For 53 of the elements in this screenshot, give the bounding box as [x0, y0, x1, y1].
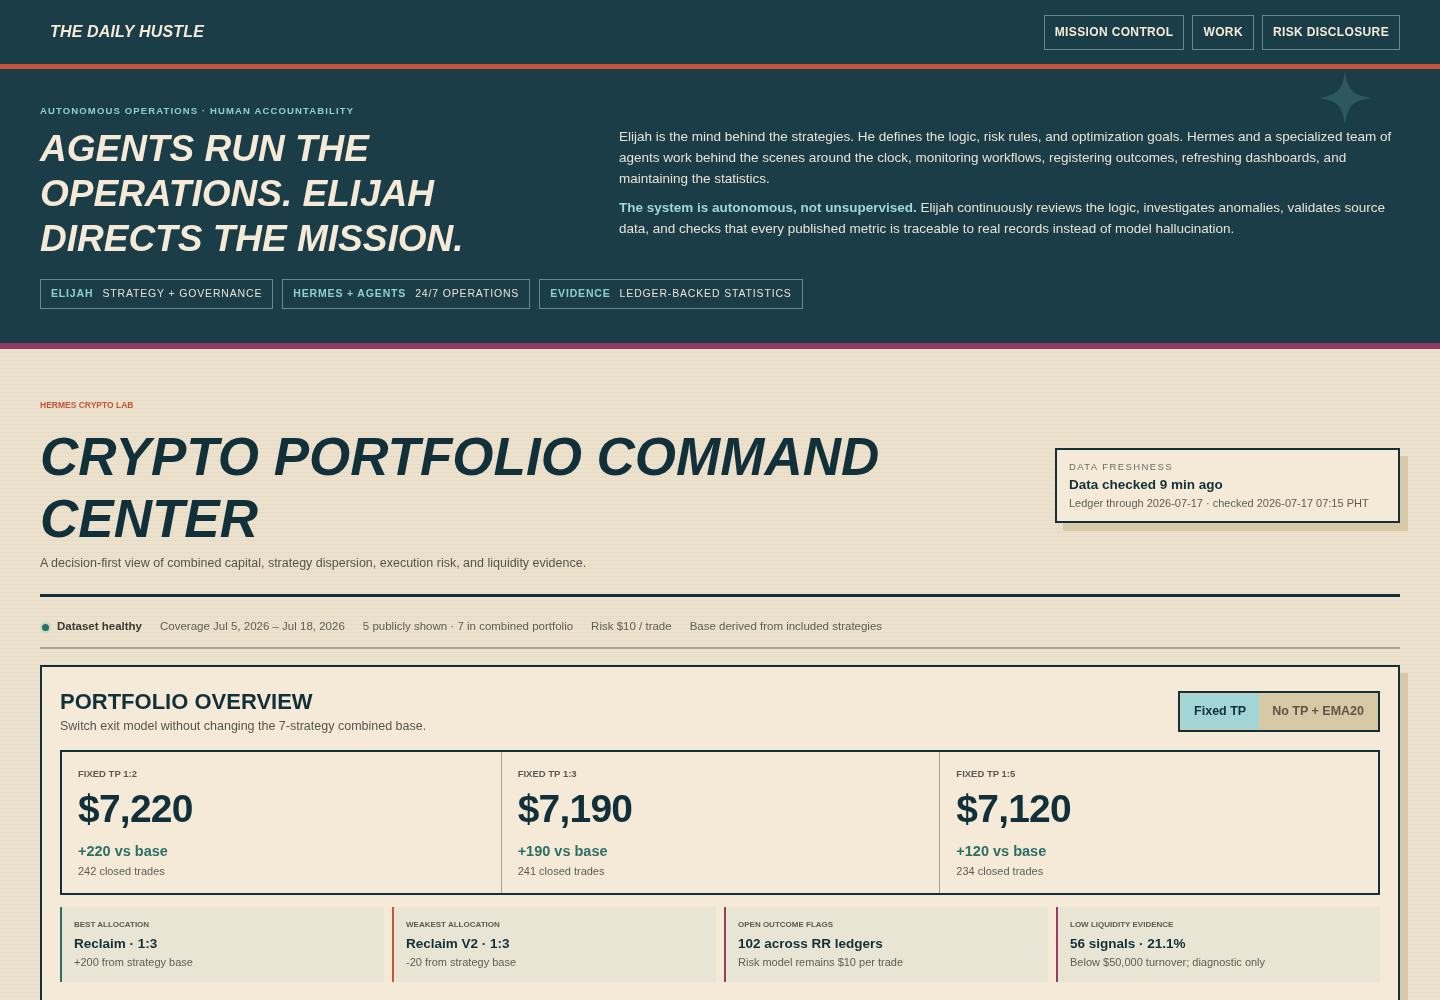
metric-trades: 242 closed trades [78, 864, 166, 879]
tag-label: HERMES + AGENTS [293, 286, 407, 302]
status-text: Coverage Jul 5, 2026 – Jul 18, 2026 [160, 619, 345, 635]
tag-value: STRATEGY + GOVERNANCE [102, 286, 263, 302]
metric-label: FIXED TP 1:5 [956, 767, 1017, 781]
tag-value: LEDGER-BACKED STATISTICS [619, 286, 792, 302]
metric-value: $7,120 [956, 787, 1072, 831]
tag-label: ELIJAH [51, 286, 94, 302]
metric-label: FIXED TP 1:3 [517, 767, 578, 781]
metric-delta: +190 vs base [517, 842, 609, 861]
nav-link[interactable]: RISK DISCLOSURE [1261, 14, 1400, 50]
metric-value: $7,220 [78, 787, 194, 831]
flag-label: BEST ALLOCATION [74, 919, 151, 931]
section-subtitle: Switch exit model without changing the 7-strategy combined base. [60, 718, 427, 735]
flag-value: Reclaim V2 · 1:3 [406, 935, 511, 953]
flag-label: WEAKEST ALLOCATION [406, 919, 501, 931]
metric-delta: +220 vs base [78, 842, 169, 861]
metric-trades: 241 closed trades [517, 864, 606, 879]
hero-paragraph: Elijah is the mind behind the strategies. He defines the logic, risk rules, and optimization goals. Hermes and a specialized team of agents work behind the scenes around the clock, monitoring workflows, registering outcomes, refreshing dashboards, and maintaining the statistics. [619, 128, 1393, 188]
hero-paragraph: The system is autonomous, not unsupervised. Elijah continuously reviews the logic, investigates anomalies, validates source data, and checks that every published metric is traceable to real records instead of model hallucination. [619, 199, 1387, 238]
metric-value: $7,190 [517, 787, 634, 831]
status-text: Dataset healthy [57, 619, 142, 635]
metric-delta: +120 vs base [956, 842, 1048, 861]
sparkle-icon [1318, 71, 1372, 125]
section-title: PORTFOLIO OVERVIEW [60, 688, 314, 716]
flag-detail: Risk model remains $10 per trade [738, 955, 904, 970]
hero-eyebrow: AUTONOMOUS OPERATIONS · HUMAN ACCOUNTABILITY [40, 105, 356, 117]
flag-label: OPEN OUTCOME FLAGS [738, 919, 835, 931]
freshness-label: DATA FRESHNESS [1069, 461, 1175, 473]
flag-detail: +200 from strategy base [74, 955, 193, 970]
flag-detail: Below $50,000 turnover; diagnostic only [1070, 955, 1266, 970]
site-logo[interactable]: THE DAILY HUSTLE [50, 20, 204, 44]
flag-label: LOW LIQUIDITY EVIDENCE [1070, 919, 1175, 931]
freshness-headline: Data checked 9 min ago [1069, 476, 1224, 494]
flag-detail: -20 from strategy base [406, 955, 517, 970]
nav-link[interactable]: MISSION CONTROL [1043, 14, 1185, 50]
flag-value: 102 across RR ledgers [738, 935, 884, 953]
flag-value: Reclaim · 1:3 [74, 935, 159, 953]
metric-trades: 234 closed trades [956, 864, 1045, 879]
page-subtitle: A decision-first view of combined capital, strategy dispersion, execution risk, and liquidity evidence. [40, 555, 588, 572]
flag-value: 56 signals · 21.1% [1070, 935, 1187, 953]
nav-link[interactable]: WORK [1192, 14, 1254, 50]
page-title: CRYPTO PORTFOLIO COMMAND CENTER [40, 426, 881, 550]
tag-value: 24/7 OPERATIONS [415, 286, 520, 302]
status-text: 5 publicly shown · 7 in combined portfolio [362, 619, 574, 635]
hero-headline: AGENTS RUN THE OPERATIONS. ELIJAH DIRECTS THE MISSION. [40, 127, 465, 261]
metric-label: FIXED TP 1:2 [78, 767, 138, 781]
page-eyebrow: HERMES CRYPTO LAB [40, 399, 135, 411]
toggle-option[interactable]: Fixed TP [1181, 694, 1260, 729]
tag-label: EVIDENCE [550, 286, 611, 302]
status-text: Risk $10 / trade [591, 619, 672, 635]
status-text: Base derived from included strategies [689, 619, 883, 635]
freshness-detail: Ledger through 2026-07-17 · checked 2026-07-17 07:15 PHT [1069, 496, 1370, 511]
